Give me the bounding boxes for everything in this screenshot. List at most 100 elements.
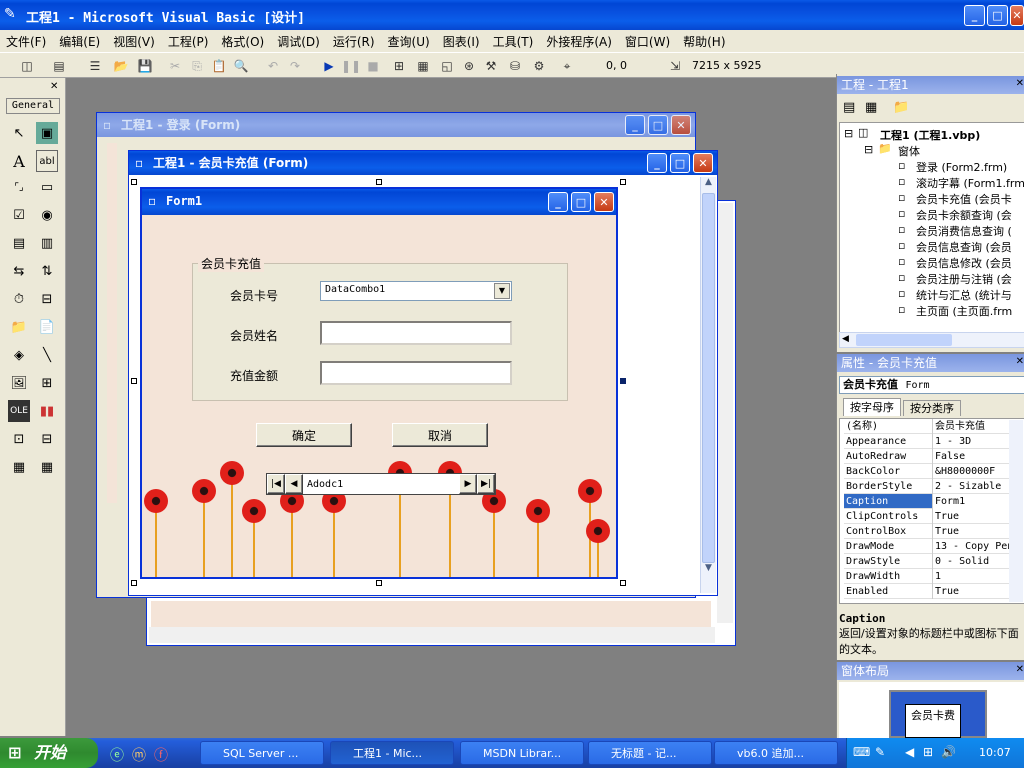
property-row[interactable]: Caption Form1 bbox=[844, 494, 1019, 509]
recharge-maximize-button[interactable]: □ bbox=[670, 153, 690, 173]
tree-expander-icon[interactable]: ⊟ bbox=[844, 127, 853, 140]
login-window-titlebar[interactable]: ▫ 工程1 - 登录 (Form) bbox=[97, 113, 695, 137]
project-tree-item[interactable]: 主页面 (主页面.frm bbox=[916, 303, 1012, 319]
menu-item-12[interactable]: 帮助(H) bbox=[683, 33, 725, 50]
pause-icon[interactable]: ❚❚ bbox=[341, 57, 361, 75]
menu-item-11[interactable]: 窗口(W) bbox=[625, 33, 670, 50]
properties-icon[interactable]: ▦ bbox=[414, 57, 432, 75]
property-row[interactable]: DrawMode 13 - Copy Pen bbox=[844, 539, 1019, 554]
add-form-icon[interactable]: ▤ bbox=[50, 57, 68, 75]
maximize-button[interactable]: □ bbox=[987, 5, 1008, 26]
project-explorer-icon[interactable]: ⊞ bbox=[390, 57, 408, 75]
resize-handle[interactable] bbox=[620, 179, 626, 185]
property-value[interactable]: False bbox=[932, 449, 1012, 464]
project-tree-item[interactable]: 登录 (Form2.frm) bbox=[916, 159, 1007, 175]
background-vscrollbar[interactable] bbox=[717, 203, 733, 623]
drivelistbox-tool-icon[interactable]: ⊟ bbox=[36, 288, 58, 310]
ole-tool-icon[interactable]: OLE bbox=[8, 400, 30, 422]
project-close-icon[interactable]: ✕ bbox=[1016, 78, 1024, 89]
amount-input[interactable] bbox=[320, 361, 512, 385]
view-code-icon[interactable]: ▤ bbox=[843, 100, 855, 115]
taskbar-button[interactable]: MSDN Librar... bbox=[460, 741, 584, 765]
commandbutton-tool-icon[interactable]: ▭ bbox=[36, 176, 58, 198]
property-grid-scrollbar[interactable] bbox=[1009, 420, 1023, 602]
pointer-tool-icon[interactable]: ↖ bbox=[8, 122, 30, 144]
resize-handle[interactable] bbox=[376, 580, 382, 586]
quicklaunch-app-icon[interactable]: ⓜ bbox=[132, 745, 146, 765]
app-title-bar[interactable]: ✎ 工程1 - Microsoft Visual Basic [设计] _ □ … bbox=[0, 0, 1024, 30]
property-value[interactable]: Form1 bbox=[932, 494, 1012, 509]
scroll-thumb[interactable] bbox=[856, 334, 952, 346]
menu-item-3[interactable]: 工程(P) bbox=[168, 33, 209, 50]
filelistbox-tool-icon[interactable]: 📄 bbox=[36, 316, 58, 338]
form1-titlebar[interactable]: ▫ Form1 bbox=[142, 189, 616, 215]
property-row[interactable]: BackColor &H8000000F bbox=[844, 464, 1019, 479]
frame-tool-icon[interactable]: ⌜⌟ bbox=[8, 176, 30, 198]
property-row[interactable]: DrawStyle 0 - Solid bbox=[844, 554, 1019, 569]
menu-item-9[interactable]: 工具(T) bbox=[493, 33, 534, 50]
start-button[interactable]: ⊞ 开始 bbox=[0, 738, 98, 768]
scroll-down-icon[interactable]: ▼ bbox=[701, 563, 716, 579]
checkbox-tool-icon[interactable]: ☑ bbox=[8, 204, 30, 226]
toolbox-close-icon[interactable]: ✕ bbox=[50, 81, 58, 92]
scroll-left-icon[interactable]: ◀ bbox=[842, 334, 849, 344]
form1-minimize-button[interactable]: _ bbox=[548, 192, 568, 212]
menu-item-8[interactable]: 图表(I) bbox=[443, 33, 480, 50]
menu-item-7[interactable]: 查询(U) bbox=[388, 33, 430, 50]
toolbox-icon[interactable]: ⚒ bbox=[482, 57, 500, 75]
properties-close-icon[interactable]: ✕ bbox=[1016, 356, 1024, 367]
resize-handle[interactable] bbox=[620, 580, 626, 586]
taskbar-button[interactable]: SQL Server ... bbox=[200, 741, 324, 765]
recharge-window-titlebar[interactable]: ▫ 工程1 - 会员卡充值 (Form) bbox=[129, 151, 717, 175]
run-icon[interactable]: ▶ bbox=[320, 57, 338, 75]
add-project-icon[interactable]: ◫ bbox=[18, 57, 36, 75]
recharge-minimize-button[interactable]: _ bbox=[647, 153, 667, 173]
project-tree-item[interactable]: 会员注册与注销 (会 bbox=[916, 271, 1012, 287]
form1-close-button[interactable]: ✕ bbox=[594, 192, 614, 212]
property-value[interactable]: True bbox=[932, 584, 1012, 599]
adodc-control[interactable]: |◀ ◀ Adodc1 ▶ ▶| bbox=[266, 473, 496, 495]
move-first-icon[interactable]: |◀ bbox=[267, 474, 285, 494]
menu-item-1[interactable]: 编辑(E) bbox=[59, 33, 100, 50]
property-value[interactable]: True bbox=[932, 509, 1012, 524]
login-minimize-button[interactable]: _ bbox=[625, 115, 645, 135]
property-value[interactable]: 会员卡充值 bbox=[932, 419, 1012, 434]
move-previous-icon[interactable]: ◀ bbox=[285, 474, 303, 494]
view-object-icon[interactable]: ▦ bbox=[865, 100, 877, 115]
tree-expander-icon[interactable]: ⊟ bbox=[864, 143, 873, 156]
menu-item-2[interactable]: 视图(V) bbox=[113, 33, 155, 50]
forms-folder[interactable]: 窗体 bbox=[898, 143, 920, 159]
volume-icon[interactable]: 🔊 bbox=[941, 745, 956, 759]
menu-editor-icon[interactable]: ☰ bbox=[86, 57, 104, 75]
datalist-tool-icon[interactable]: ▦ bbox=[36, 456, 58, 478]
minimize-button[interactable]: _ bbox=[964, 5, 985, 26]
combobox-tool-icon[interactable]: ▤ bbox=[8, 232, 30, 254]
property-value[interactable]: 1 - 3D bbox=[932, 434, 1012, 449]
open-icon[interactable]: 📂 bbox=[112, 57, 130, 75]
line-tool-icon[interactable]: ╲ bbox=[36, 344, 58, 366]
save-icon[interactable]: 💾 bbox=[136, 57, 154, 75]
project-root[interactable]: 工程1 (工程1.vbp) bbox=[880, 127, 980, 143]
move-next-icon[interactable]: ▶ bbox=[459, 474, 477, 494]
property-row[interactable]: DrawWidth 1 bbox=[844, 569, 1019, 584]
quicklaunch-flash-icon[interactable]: ⓕ bbox=[154, 745, 168, 765]
data-tool-icon[interactable]: ⊞ bbox=[36, 372, 58, 394]
form1-window[interactable]: ▫ Form1 _ □ ✕ 会员卡充值 会员卡号 DataCombo1 ▼ 会员… bbox=[140, 187, 618, 579]
dirlistbox-tool-icon[interactable]: 📁 bbox=[8, 316, 30, 338]
project-tree-item[interactable]: 会员消费信息查询 ( bbox=[916, 223, 1012, 239]
property-value[interactable]: 0 - Solid bbox=[932, 554, 1012, 569]
login-maximize-button[interactable]: □ bbox=[648, 115, 668, 135]
property-value[interactable]: 2 - Sizable bbox=[932, 479, 1012, 494]
menu-item-0[interactable]: 文件(F) bbox=[6, 33, 46, 50]
menu-item-4[interactable]: 格式(O) bbox=[221, 33, 264, 50]
ok-button[interactable]: 确定 bbox=[256, 423, 352, 447]
project-tree-item[interactable]: 会员卡充值 (会员卡 bbox=[916, 191, 1012, 207]
keyboard-icon[interactable]: ⌨ bbox=[853, 745, 870, 759]
resize-handle[interactable] bbox=[376, 179, 382, 185]
property-row[interactable]: Enabled True bbox=[844, 584, 1019, 599]
property-row[interactable]: Appearance 1 - 3D bbox=[844, 434, 1019, 449]
close-button[interactable]: ✕ bbox=[1010, 5, 1024, 26]
object-browser-icon[interactable]: ⊛ bbox=[460, 57, 478, 75]
project-tree-item[interactable]: 滚动字幕 (Form1.frm bbox=[916, 175, 1024, 191]
menu-item-10[interactable]: 外接程序(A) bbox=[546, 33, 612, 50]
